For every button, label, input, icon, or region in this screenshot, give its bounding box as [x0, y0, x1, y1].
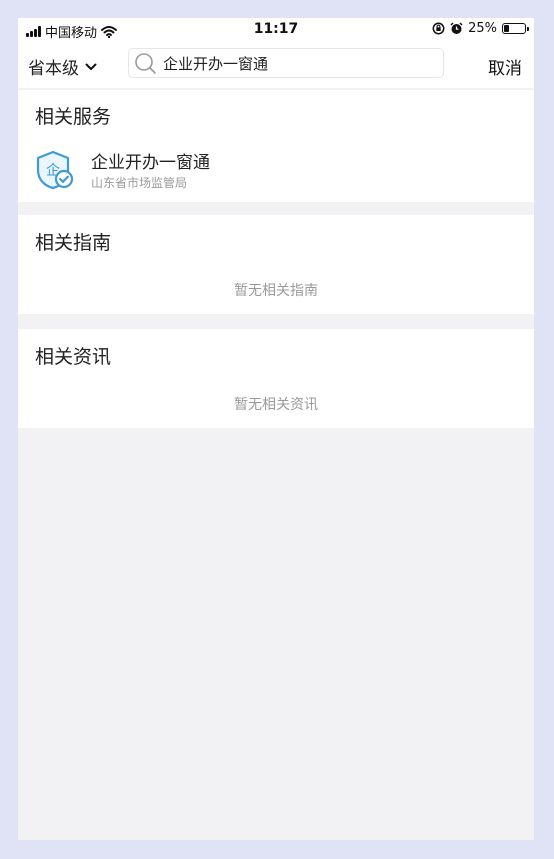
search-icon [133, 51, 157, 75]
battery-percent: 25% [468, 21, 497, 36]
guides-empty-text: 暂无相关指南 [234, 283, 318, 299]
service-name: 企业开办一窗通 [91, 153, 210, 173]
news-title: 相关资讯 [35, 346, 112, 368]
news-section: 相关资讯 暂无相关资讯 [18, 329, 534, 428]
services-section: 相关服务 企 企业开办一窗通 山东省市场监管局 [18, 90, 534, 202]
services-title: 相关服务 [35, 106, 112, 128]
news-empty-text: 暂无相关资讯 [234, 397, 318, 413]
battery-icon [502, 23, 529, 34]
guides-section: 相关指南 暂无相关指南 [18, 215, 534, 314]
region-selector[interactable]: 省本级 [28, 54, 97, 79]
cancel-button[interactable]: 取消 [488, 54, 522, 79]
alarm-icon [450, 22, 463, 34]
search-input[interactable] [161, 53, 435, 73]
search-header: 省本级 取消 [18, 42, 534, 88]
battery-fill [504, 25, 509, 32]
search-box[interactable] [128, 48, 444, 78]
status-bar: 中国移动 11:17 25% [18, 18, 534, 42]
service-department: 山东省市场监管局 [91, 176, 188, 190]
status-right: 25% [432, 21, 529, 36]
guides-title: 相关指南 [35, 232, 112, 254]
service-item-enterprise-window[interactable]: 企 企业开办一窗通 山东省市场监管局 [18, 142, 534, 200]
phone-screen: 中国移动 11:17 25% 省本级 企业开办一窗通 取消 相关服务 企 企业开… [18, 18, 534, 840]
enterprise-shield-icon: 企 [33, 150, 75, 194]
region-label: 省本级 [28, 59, 79, 79]
orientation-lock-icon [432, 22, 445, 35]
chevron-down-icon [85, 63, 97, 70]
